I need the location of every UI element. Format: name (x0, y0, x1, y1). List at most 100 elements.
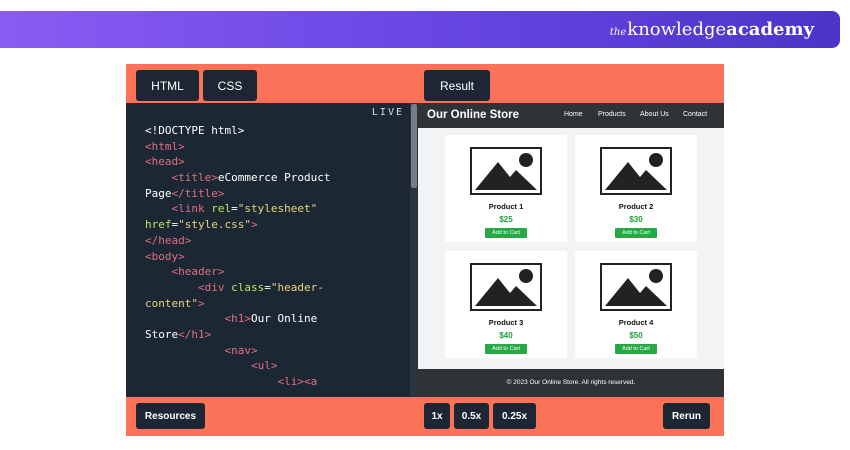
code-line: <!DOCTYPE html> (145, 123, 405, 139)
code-line: href="style.css"> (145, 217, 405, 233)
code-token: = (231, 202, 238, 216)
code-token: </title> (171, 186, 225, 200)
site-footer: © 2023 Our Online Store. All rights rese… (418, 369, 724, 397)
code-token: <nav> (224, 343, 258, 357)
product-card: Product 4 $50 Add to Cart (575, 251, 697, 358)
code-token: Page (145, 186, 172, 200)
product-price: $25 (499, 215, 513, 224)
code-token: = (264, 280, 271, 294)
product-card: Product 2 $30 Add to Cart (575, 135, 697, 242)
code-token: <head> (145, 155, 185, 169)
image-placeholder-icon (470, 263, 542, 311)
code-token: content" (145, 296, 198, 310)
add-to-cart-button[interactable]: Add to Cart (485, 228, 527, 238)
code-lines[interactable]: <!DOCTYPE html> <html> <head> <title>eComm… (145, 123, 405, 390)
code-line: <head> (145, 154, 405, 170)
code-line: <div class="header- (145, 280, 405, 296)
product-name: Product 2 (618, 202, 654, 211)
image-placeholder-icon (470, 147, 542, 195)
code-token: <link (171, 202, 212, 216)
nav-link-contact[interactable]: Contact (683, 111, 707, 118)
code-editor[interactable]: LIVE <!DOCTYPE html> <html> <head> <title>… (126, 103, 418, 397)
zoom-0.25x-button[interactable]: 0.25x (493, 403, 536, 429)
code-token: rel (211, 202, 232, 216)
nav-link-products[interactable]: Products (598, 111, 626, 118)
code-token: href (145, 218, 172, 232)
code-token: <!DOCTYPE html> (145, 124, 245, 137)
brand-prefix: the (609, 27, 627, 38)
product-card: Product 3 $40 Add to Cart (445, 251, 567, 358)
code-line: content"> (145, 296, 405, 312)
code-token: Store (145, 327, 179, 341)
code-token: eCommerce Product (217, 171, 331, 185)
code-line: <header> (145, 264, 405, 280)
code-token: </h1> (178, 327, 212, 341)
code-token: <header> (171, 265, 225, 279)
brand-name: knowledge (627, 19, 727, 40)
code-line: <title>eCommerce Product (145, 170, 405, 186)
code-token: "stylesheet" (237, 202, 318, 216)
code-token: > (250, 218, 258, 232)
code-token: <li><a (277, 375, 318, 388)
tab-result[interactable]: Result (424, 70, 490, 101)
scrollbar-thumb[interactable] (411, 104, 417, 188)
code-token: <h1> (224, 312, 251, 326)
code-line: <li><a (145, 374, 405, 390)
add-to-cart-button[interactable]: Add to Cart (485, 344, 527, 354)
site-title: Our Online Store (427, 109, 520, 121)
code-line: Store</h1> (145, 327, 405, 343)
zoom-0.5x-button[interactable]: 0.5x (454, 403, 489, 429)
zoom-1x-button[interactable]: 1x (424, 403, 450, 429)
code-token: Our Online (250, 312, 318, 326)
rerun-button[interactable]: Rerun (663, 403, 710, 429)
product-name: Product 4 (618, 318, 654, 327)
product-card: Product 1 $25 Add to Cart (445, 135, 567, 242)
image-placeholder-icon (600, 147, 672, 195)
add-to-cart-button[interactable]: Add to Cart (615, 344, 657, 354)
code-editor-frame: HTML CSS Result LIVE <!DOCTYPE html> <htm… (126, 64, 724, 436)
result-preview: Our Online Store Home Products About Us … (418, 103, 724, 397)
top-banner: theknowledgeacademy (0, 11, 840, 48)
code-line: </head> (145, 233, 405, 249)
product-name: Product 3 (488, 318, 524, 327)
code-token: <div (197, 280, 232, 294)
code-token: > (197, 296, 205, 310)
brand-logo: theknowledgeacademy (610, 19, 814, 40)
add-to-cart-button[interactable]: Add to Cart (615, 228, 657, 238)
code-line: <h1>Our Online (145, 311, 405, 327)
product-name: Product 1 (488, 202, 524, 211)
code-token: <title> (171, 171, 218, 185)
code-line: <html> (145, 139, 405, 155)
code-token: </head> (145, 233, 192, 247)
code-line: Page</title> (145, 186, 405, 202)
code-token: "style.css" (178, 218, 251, 232)
product-price: $50 (629, 331, 643, 340)
code-token: <body> (145, 249, 185, 263)
live-indicator: LIVE (371, 107, 404, 118)
product-price: $30 (629, 215, 643, 224)
code-token: class (231, 280, 265, 294)
nav-link-about[interactable]: About Us (640, 111, 669, 118)
tab-css[interactable]: CSS (203, 70, 257, 101)
code-line: <link rel="stylesheet" (145, 201, 405, 217)
image-placeholder-icon (600, 263, 672, 311)
resources-button[interactable]: Resources (136, 403, 205, 429)
code-line: <ul> (145, 358, 405, 374)
product-price: $40 (499, 331, 513, 340)
code-line: <nav> (145, 343, 405, 359)
code-token: <ul> (250, 359, 278, 373)
site-header: Our Online Store Home Products About Us … (418, 103, 724, 128)
tab-html[interactable]: HTML (136, 70, 199, 101)
editor-scrollbar[interactable] (410, 103, 418, 397)
code-token: "header- (270, 280, 324, 294)
code-line: <body> (145, 249, 405, 265)
brand-suffix: academy (726, 19, 814, 40)
nav-link-home[interactable]: Home (564, 111, 583, 118)
